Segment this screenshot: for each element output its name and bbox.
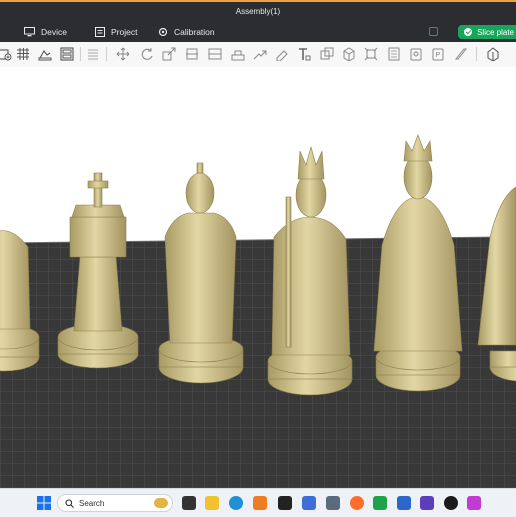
color-paint-icon[interactable]: P bbox=[431, 47, 445, 61]
top-app-bar: Device Project Calibration Slice plate bbox=[0, 22, 516, 42]
arrange-icon[interactable] bbox=[60, 47, 74, 61]
media-player-icon[interactable] bbox=[444, 496, 458, 510]
assembly-icon[interactable] bbox=[364, 47, 378, 61]
build-plate-scene bbox=[0, 134, 516, 488]
tab-device[interactable]: Device bbox=[24, 22, 67, 42]
calculator-icon[interactable] bbox=[326, 496, 340, 510]
toolbar-separator bbox=[80, 47, 81, 61]
view-orientation-icon[interactable] bbox=[486, 47, 500, 61]
measure-icon[interactable] bbox=[342, 47, 356, 61]
store-icon[interactable] bbox=[302, 496, 316, 510]
support-icon[interactable] bbox=[454, 47, 468, 61]
scale-icon[interactable] bbox=[162, 47, 176, 61]
chess-piece-king[interactable] bbox=[267, 145, 353, 396]
print-status-icon[interactable] bbox=[429, 27, 438, 36]
toolbar-separator bbox=[106, 47, 107, 61]
search-icon bbox=[65, 498, 74, 508]
add-plate-icon[interactable] bbox=[16, 47, 30, 61]
cut-icon[interactable] bbox=[185, 47, 199, 61]
3d-viewport[interactable] bbox=[0, 67, 516, 488]
chess-piece-knight[interactable] bbox=[158, 162, 244, 384]
check-circle-icon bbox=[464, 28, 473, 36]
lock-icon[interactable] bbox=[409, 47, 423, 61]
slice-plate-button[interactable]: Slice plate bbox=[458, 25, 516, 39]
text-icon[interactable] bbox=[297, 47, 311, 61]
main-toolbar: P bbox=[0, 42, 516, 68]
tab-calibration-label: Calibration bbox=[174, 27, 215, 37]
tab-calibration[interactable]: Calibration bbox=[158, 22, 215, 42]
project-icon bbox=[95, 27, 105, 37]
app-icon-orange[interactable] bbox=[253, 496, 267, 510]
tab-device-label: Device bbox=[41, 27, 67, 37]
search-placeholder: Search bbox=[79, 498, 105, 508]
split-icon[interactable] bbox=[86, 47, 100, 61]
app-icon-blue[interactable] bbox=[397, 496, 411, 510]
tab-project-label: Project bbox=[111, 27, 138, 37]
seam-paint-icon[interactable] bbox=[253, 47, 267, 61]
search-highlight-icon bbox=[154, 498, 168, 508]
chess-piece-queen[interactable] bbox=[373, 134, 463, 392]
svg-text:P: P bbox=[436, 52, 441, 59]
app-icon-pink[interactable] bbox=[467, 496, 481, 510]
firefox-icon[interactable] bbox=[350, 496, 364, 510]
brim-ear-icon[interactable] bbox=[275, 47, 289, 61]
toolbar-separator bbox=[476, 47, 477, 61]
app-icon-green[interactable] bbox=[373, 496, 387, 510]
bambu-studio-icon[interactable] bbox=[278, 496, 292, 510]
taskbar-search[interactable]: Search bbox=[57, 494, 173, 512]
window-titlebar: Assembly(1) bbox=[0, 0, 516, 22]
monitor-icon bbox=[24, 27, 35, 37]
app-icon-purple[interactable] bbox=[420, 496, 434, 510]
place-on-face-icon[interactable] bbox=[208, 47, 222, 61]
slice-plate-label: Slice plate bbox=[477, 27, 514, 37]
paint-support-icon[interactable] bbox=[231, 47, 245, 61]
auto-orient-icon[interactable] bbox=[38, 47, 52, 61]
task-view-icon[interactable] bbox=[182, 496, 196, 510]
tab-project[interactable]: Project bbox=[95, 22, 137, 42]
os-taskbar: Search bbox=[0, 488, 516, 517]
calibration-icon bbox=[158, 27, 168, 37]
edge-icon[interactable] bbox=[229, 496, 243, 510]
file-explorer-icon[interactable] bbox=[205, 496, 219, 510]
rotate-icon[interactable] bbox=[140, 47, 154, 61]
window-title: Assembly(1) bbox=[235, 7, 281, 16]
move-icon[interactable] bbox=[116, 47, 130, 61]
mesh-boolean-icon[interactable] bbox=[320, 47, 334, 61]
windows-start-icon[interactable] bbox=[37, 496, 51, 510]
add-object-icon[interactable] bbox=[0, 47, 12, 61]
variable-layer-icon[interactable] bbox=[387, 47, 401, 61]
